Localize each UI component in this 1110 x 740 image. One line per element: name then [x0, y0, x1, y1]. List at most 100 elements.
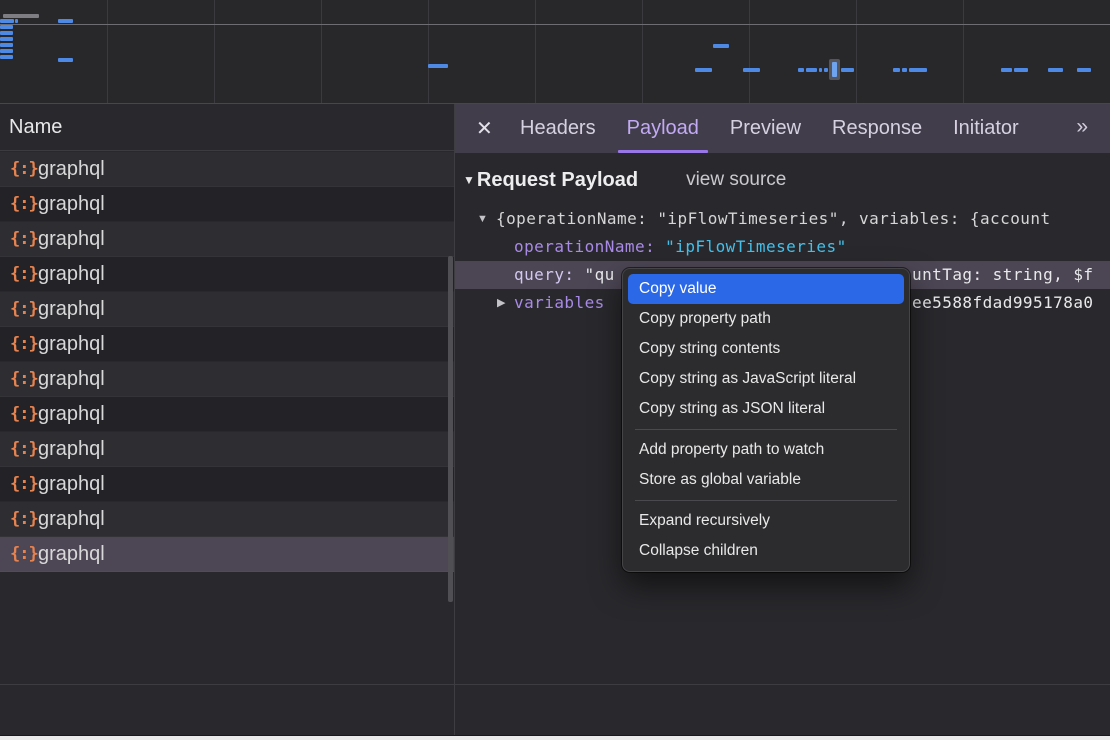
- request-name: graphql: [38, 543, 105, 566]
- fetch-xhr-icon: {:}: [10, 159, 38, 179]
- request-name: graphql: [38, 263, 105, 286]
- tab-label: Preview: [730, 117, 801, 140]
- menu-item-store-as-global-variable[interactable]: Store as global variable: [623, 465, 909, 495]
- request-row[interactable]: {:}graphql: [0, 502, 454, 537]
- request-row[interactable]: {:}graphql: [0, 327, 454, 362]
- fetch-xhr-icon: {:}: [10, 544, 38, 564]
- request-row[interactable]: {:}graphql: [0, 467, 454, 502]
- menu-item-copy-property-path[interactable]: Copy property path: [623, 304, 909, 334]
- fetch-xhr-icon: {:}: [10, 229, 38, 249]
- overview-request-bar: [0, 49, 13, 53]
- overview-gridline: [963, 0, 964, 104]
- request-row[interactable]: {:}graphql: [0, 152, 454, 187]
- overview-request-bar: [1077, 68, 1091, 72]
- overview-request-bar: [0, 43, 13, 47]
- close-icon[interactable]: ✕: [476, 116, 493, 141]
- request-name: graphql: [38, 368, 105, 391]
- overview-request-bar: [798, 68, 804, 72]
- menu-item-copy-string-as-javascript-literal[interactable]: Copy string as JavaScript literal: [623, 364, 909, 394]
- overview-request-bar: [713, 44, 729, 48]
- collapse-triangle-icon[interactable]: ▼: [463, 173, 475, 187]
- fetch-xhr-icon: {:}: [10, 404, 38, 424]
- expand-triangle-icon[interactable]: ▶: [497, 289, 505, 317]
- overview-request-bar: [909, 68, 927, 72]
- request-payload-header: ▼ Request Payload view source: [455, 163, 786, 197]
- overview-request-bar: [15, 19, 18, 23]
- requests-list-panel: Name {:}graphql{:}graphql{:}graphql{:}gr…: [0, 104, 455, 735]
- menu-item-copy-value[interactable]: Copy value: [628, 274, 904, 304]
- tab-label: Response: [832, 117, 922, 140]
- property-value-fragment-right: ee5588fdad995178a0: [912, 289, 1094, 317]
- tab-headers[interactable]: Headers: [520, 104, 596, 153]
- menu-item-collapse-children[interactable]: Collapse children: [623, 536, 909, 566]
- scrollbar-thumb[interactable]: [448, 256, 453, 602]
- overview-gridline: [428, 0, 429, 104]
- tab-label: Payload: [627, 117, 699, 140]
- property-key: operationName:: [514, 237, 655, 256]
- overview-request-bar: [0, 25, 13, 29]
- fetch-xhr-icon: {:}: [10, 474, 38, 494]
- fetch-xhr-icon: {:}: [10, 299, 38, 319]
- property-value: "ipFlowTimeseries": [665, 237, 847, 256]
- property-value-fragment-left: "qu: [585, 265, 615, 284]
- request-row[interactable]: {:}graphql: [0, 257, 454, 292]
- overview-request-bar: [58, 19, 73, 23]
- request-row[interactable]: {:}graphql: [0, 187, 454, 222]
- network-overview-waterfall[interactable]: [0, 0, 1110, 104]
- request-row[interactable]: {:}graphql: [0, 292, 454, 327]
- summary-bar-divider: [0, 684, 1110, 685]
- overview-request-bar: [902, 68, 907, 72]
- overview-request-bar: [893, 68, 900, 72]
- overview-gridline: [321, 0, 322, 104]
- request-name: graphql: [38, 508, 105, 531]
- tab-preview[interactable]: Preview: [730, 104, 801, 153]
- overview-request-bar: [841, 68, 854, 72]
- request-name: graphql: [38, 333, 105, 356]
- request-row[interactable]: {:}graphql: [0, 397, 454, 432]
- tab-response[interactable]: Response: [832, 104, 922, 153]
- overview-request-bar: [806, 68, 817, 72]
- overview-selected-marker: [832, 62, 837, 77]
- fetch-xhr-icon: {:}: [10, 264, 38, 284]
- tab-label: Initiator: [953, 117, 1019, 140]
- request-row[interactable]: {:}graphql: [0, 222, 454, 257]
- column-header-name[interactable]: Name: [0, 104, 454, 151]
- request-name: graphql: [38, 438, 105, 461]
- menu-item-copy-string-contents[interactable]: Copy string contents: [623, 334, 909, 364]
- payload-root-row[interactable]: ▼ {operationName: "ipFlowTimeseries", va…: [455, 205, 1110, 233]
- request-row[interactable]: {:}graphql: [0, 432, 454, 467]
- overview-request-bar: [0, 37, 13, 41]
- property-value-fragment-right: untTag: string, $f: [912, 261, 1094, 289]
- overview-request-bar: [1014, 68, 1028, 72]
- overview-request-bar: [0, 31, 13, 35]
- menu-item-expand-recursively[interactable]: Expand recursively: [623, 506, 909, 536]
- overview-request-bar: [0, 19, 14, 23]
- menu-item-copy-string-as-json-literal[interactable]: Copy string as JSON literal: [623, 394, 909, 424]
- collapse-triangle-icon[interactable]: ▼: [477, 205, 488, 233]
- view-source-link[interactable]: view source: [686, 169, 786, 191]
- request-name: graphql: [38, 473, 105, 496]
- context-menu: Copy valueCopy property pathCopy string …: [622, 268, 910, 572]
- overview-request-bar: [824, 68, 828, 72]
- overview-gridline: [749, 0, 750, 104]
- request-row[interactable]: {:}graphql: [0, 537, 454, 572]
- devtools-network-panel: Name {:}graphql{:}graphql{:}graphql{:}gr…: [0, 0, 1110, 740]
- column-header-label: Name: [9, 116, 62, 139]
- menu-item-add-property-path-to-watch[interactable]: Add property path to watch: [623, 435, 909, 465]
- payload-property-operation-name[interactable]: operationName: "ipFlowTimeseries": [455, 233, 1110, 261]
- more-tabs-icon[interactable]: »: [1076, 115, 1088, 139]
- tab-initiator[interactable]: Initiator: [953, 104, 1019, 153]
- request-row[interactable]: {:}graphql: [0, 362, 454, 397]
- request-name: graphql: [38, 193, 105, 216]
- fetch-xhr-icon: {:}: [10, 509, 38, 529]
- tab-payload[interactable]: Payload: [627, 104, 699, 153]
- overview-divider-line: [0, 24, 1110, 25]
- request-payload-title: Request Payload: [477, 169, 638, 192]
- page-edge: [0, 735, 1110, 740]
- overview-request-bar: [819, 68, 822, 72]
- overview-gridline: [107, 0, 108, 104]
- overview-request-bar: [695, 68, 712, 72]
- request-name: graphql: [38, 298, 105, 321]
- overview-gridline: [214, 0, 215, 104]
- fetch-xhr-icon: {:}: [10, 369, 38, 389]
